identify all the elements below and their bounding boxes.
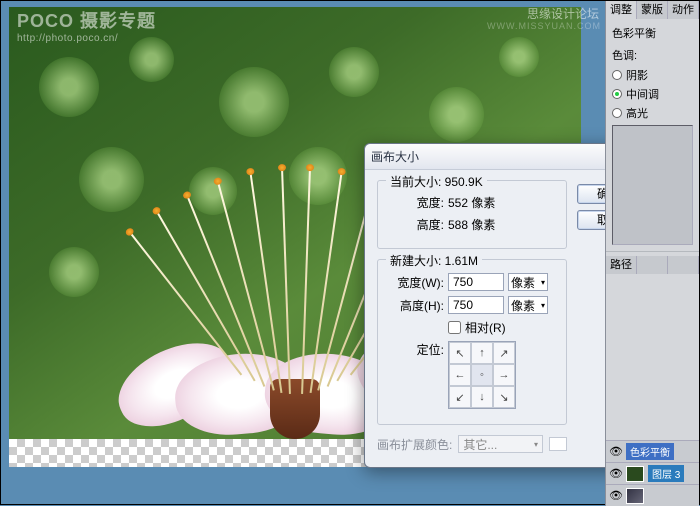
radio-shadows[interactable]: [612, 70, 622, 80]
adjustment-sliders[interactable]: [612, 125, 693, 245]
radio-highlights[interactable]: [612, 108, 622, 118]
extend-color-swatch[interactable]: [549, 437, 567, 451]
anchor-label: 定位:: [386, 341, 444, 358]
right-panels: 调整 蒙版 动作 色彩平衡 色调: 阴影 中间调 高光 路径 👁 色彩平衡 👁 …: [605, 1, 699, 506]
radio-midtones[interactable]: [612, 89, 622, 99]
width-input[interactable]: [448, 273, 504, 291]
dialog-title: 画布大小: [371, 148, 607, 165]
layer-row[interactable]: 👁: [606, 484, 699, 506]
relative-label: 相对(R): [465, 319, 506, 336]
anchor-n[interactable]: ↑: [471, 342, 493, 364]
adjustment-name: 色彩平衡: [612, 25, 693, 41]
visibility-icon[interactable]: 👁: [610, 446, 622, 458]
visibility-icon[interactable]: 👁: [610, 468, 622, 480]
relative-checkbox[interactable]: [448, 321, 461, 334]
current-width-label: 宽度:: [386, 194, 444, 211]
tone-label: 色调:: [612, 50, 637, 62]
width-unit-select[interactable]: 像素: [508, 273, 548, 291]
current-width-value: 552 像素: [448, 194, 495, 211]
current-height-value: 588 像素: [448, 216, 495, 233]
new-width-label: 宽度(W):: [386, 274, 444, 291]
new-size-legend: 新建大小: 1.61M: [386, 252, 482, 269]
anchor-sw[interactable]: ↙: [449, 386, 471, 408]
visibility-icon[interactable]: 👁: [610, 490, 622, 502]
layer-thumb: [626, 466, 644, 482]
tab-adjustments[interactable]: 调整: [606, 1, 637, 19]
layer-thumb: [626, 488, 644, 504]
extend-color-label: 画布扩展颜色:: [377, 436, 452, 453]
anchor-nw[interactable]: ↖: [449, 342, 471, 364]
layer-row[interactable]: 👁 图层 3: [606, 462, 699, 484]
anchor-s[interactable]: ↓: [471, 386, 493, 408]
new-size-group: 新建大小: 1.61M 宽度(W): 像素 高度(H): 像素 相对(R) 定位…: [377, 259, 567, 425]
layer-color-balance[interactable]: 👁 色彩平衡: [606, 440, 699, 462]
anchor-e[interactable]: →: [493, 364, 515, 386]
anchor-w[interactable]: ←: [449, 364, 471, 386]
current-height-label: 高度:: [386, 216, 444, 233]
tab-actions[interactable]: 动作: [668, 1, 699, 19]
watermark-logo: POCO 摄影专题 http://photo.poco.cn/: [17, 7, 156, 44]
tab-paths[interactable]: 路径: [606, 256, 637, 274]
anchor-ne[interactable]: ↗: [493, 342, 515, 364]
watermark-url: WWW.MISSYUAN.COM: [487, 21, 601, 31]
current-size-group: 当前大小: 950.9K 宽度: 552 像素 高度: 588 像素: [377, 180, 567, 249]
extend-color-select[interactable]: 其它...: [458, 435, 543, 453]
anchor-c[interactable]: ◦: [471, 364, 493, 386]
height-input[interactable]: [448, 296, 504, 314]
current-size-legend: 当前大小: 950.9K: [386, 173, 487, 190]
tab-masks[interactable]: 蒙版: [637, 1, 668, 19]
height-unit-select[interactable]: 像素: [508, 296, 548, 314]
anchor-grid[interactable]: ↖↑↗ ←◦→ ↙↓↘: [448, 341, 516, 409]
watermark-forum: 思缘设计论坛: [527, 5, 599, 22]
anchor-se[interactable]: ↘: [493, 386, 515, 408]
new-height-label: 高度(H):: [386, 297, 444, 314]
panel-tabs: 调整 蒙版 动作: [606, 1, 699, 19]
